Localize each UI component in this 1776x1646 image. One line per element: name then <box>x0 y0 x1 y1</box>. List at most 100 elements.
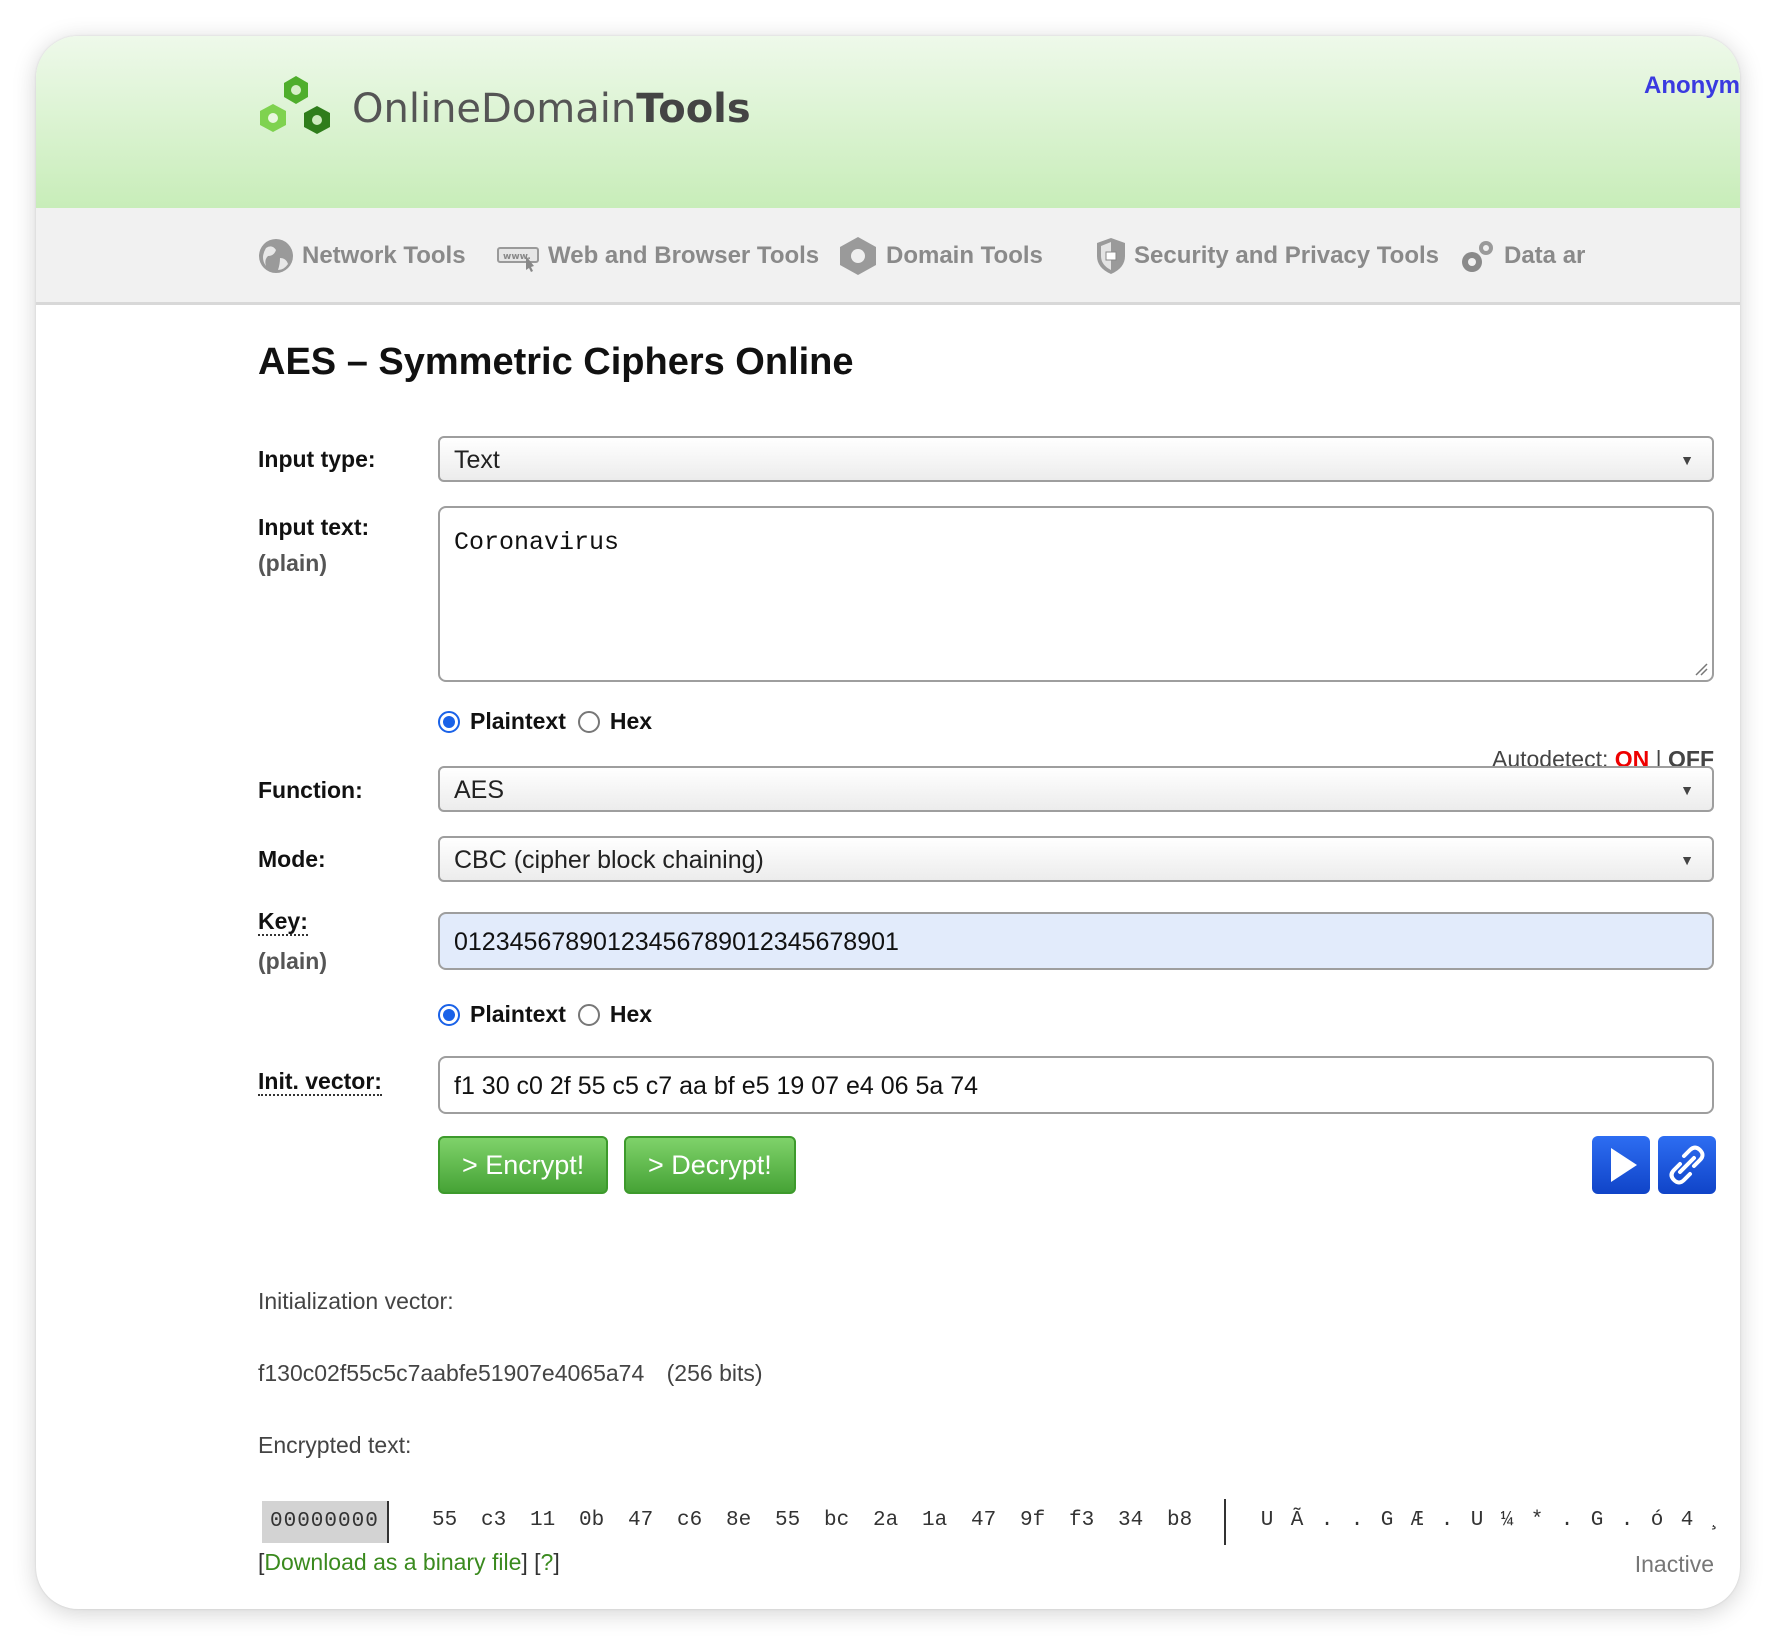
mode-select[interactable]: CBC (cipher block chaining) ▼ <box>438 836 1714 882</box>
help-link[interactable]: ? <box>541 1549 554 1575</box>
resize-handle-icon[interactable] <box>1694 662 1708 676</box>
key-hex-label[interactable]: Hex <box>610 1001 652 1028</box>
status-text: Inactive <box>1634 1551 1714 1577</box>
hex-dump-row: 00000000 55 c3 11 0b 47 c6 8e 55 bc 2a 1a 47 9f f3 34 b… <box>262 1499 1723 1545</box>
nav-domain-tools-label: Domain Tools <box>886 242 1043 269</box>
key-value: 01234567890123456789012345678901 <box>454 928 899 956</box>
logo-text-bold: Tools <box>636 86 751 132</box>
key-input[interactable]: 01234567890123456789012345678901 <box>438 912 1714 970</box>
help-close: ] <box>553 1549 560 1575</box>
encrypt-button[interactable]: > Encrypt! <box>438 1136 609 1194</box>
iv-result-hex: f130c02f55c5c7aabfe51907e4065a74 <box>258 1360 645 1386</box>
input-plaintext-label[interactable]: Plaintext <box>470 708 566 735</box>
input-hex-radio[interactable] <box>577 710 600 733</box>
page-title: AES – Symmetric Ciphers Online <box>258 341 854 383</box>
site-header: OnlineDomainTools Anonym <box>36 36 1740 208</box>
nav-web-browser-tools[interactable]: www. Web and Browser Tools <box>496 236 819 276</box>
gears-icon <box>1462 241 1493 272</box>
ascii-char: . <box>1320 1509 1334 1532</box>
ascii-char: * <box>1530 1509 1544 1532</box>
account-link[interactable]: Anonym <box>1644 72 1740 100</box>
hex-byte: 2a <box>873 1509 899 1532</box>
permalink-button[interactable] <box>1658 1136 1716 1194</box>
hex-byte: 47 <box>628 1509 654 1532</box>
ascii-char: . <box>1620 1509 1634 1532</box>
hex-ascii: U Ã.. G Æ. U ¼ *. G. ó 4 ¸ <box>1252 1509 1732 1532</box>
ascii-char: U <box>1260 1509 1274 1532</box>
nav-data-tools-label: Data ar <box>1504 242 1586 269</box>
encrypted-heading: Encrypted text: <box>258 1432 412 1458</box>
function-value: AES <box>454 776 505 804</box>
ascii-char: Ã <box>1290 1509 1304 1532</box>
mode-label: Mode: <box>258 846 326 872</box>
shield-icon <box>1097 238 1125 274</box>
input-text-value: Coronavirus <box>454 528 620 557</box>
input-text-sublabel: (plain) <box>258 550 327 576</box>
key-format-radios: Plaintext Hex <box>438 1001 652 1028</box>
hex-byte: c6 <box>677 1509 703 1532</box>
browser-window: OnlineDomainTools Anonym Network Tools w… <box>36 36 1740 1609</box>
main-nav: Network Tools www. Web and Browser Tools… <box>36 208 1740 305</box>
play-icon <box>1611 1148 1637 1182</box>
logo-text-light: Online <box>352 86 482 132</box>
www-icon: www. <box>497 247 539 272</box>
hex-byte: c3 <box>481 1509 507 1532</box>
input-text-area[interactable]: Coronavirus <box>438 506 1714 682</box>
ascii-char: G <box>1380 1509 1394 1532</box>
input-type-label: Input type: <box>258 446 376 472</box>
ascii-char: . <box>1440 1509 1454 1532</box>
auto-run-button[interactable] <box>1592 1136 1650 1194</box>
input-type-value: Text <box>454 446 500 474</box>
key-hex-radio[interactable] <box>577 1003 600 1026</box>
function-select[interactable]: AES ▼ <box>438 766 1714 812</box>
logo-text: OnlineDomainTools <box>352 86 751 132</box>
nav-data-tools[interactable]: Data ar <box>1456 236 1585 276</box>
hex-byte: 55 <box>432 1509 458 1532</box>
hex-separator <box>1224 1499 1226 1545</box>
hexagons-logo-icon <box>260 76 330 134</box>
hex-byte: 0b <box>579 1509 605 1532</box>
iv-result: f130c02f55c5c7aabfe51907e4065a74 (256 bi… <box>258 1360 763 1387</box>
hex-bytes: 55 c3 11 0b 47 c6 8e 55 bc 2a 1a 47 9f f3 34 b8 <box>432 1509 1216 1532</box>
key-plaintext-radio[interactable] <box>438 1003 460 1026</box>
iv-value: f1 30 c0 2f 55 c5 c7 aa bf e5 19 07 e4 0… <box>454 1072 979 1100</box>
mode-value: CBC (cipher block chaining) <box>454 846 764 874</box>
nav-web-browser-tools-label: Web and Browser Tools <box>548 242 820 269</box>
hex-byte: 9f <box>1020 1509 1046 1532</box>
nav-security-privacy-tools[interactable]: Security and Privacy Tools <box>1094 236 1439 276</box>
input-text-label: Input text: <box>258 514 370 540</box>
hex-byte: 11 <box>530 1509 556 1532</box>
ascii-char: Æ <box>1410 1509 1424 1532</box>
hex-byte: 34 <box>1118 1509 1144 1532</box>
hex-byte: 47 <box>971 1509 997 1532</box>
key-plaintext-label[interactable]: Plaintext <box>470 1001 566 1028</box>
nav-domain-tools[interactable]: Domain Tools <box>836 236 1043 276</box>
link-icon <box>1669 1145 1705 1185</box>
input-hex-label[interactable]: Hex <box>610 708 652 735</box>
nav-network-tools-label: Network Tools <box>302 242 466 269</box>
iv-input[interactable]: f1 30 c0 2f 55 c5 c7 aa bf e5 19 07 e4 0… <box>438 1056 1714 1114</box>
decrypt-button[interactable]: > Decrypt! <box>624 1136 796 1194</box>
download-binary-link[interactable]: Download as a binary file <box>264 1549 521 1575</box>
input-type-select[interactable]: Text ▼ <box>438 436 1714 482</box>
iv-result-heading: Initialization vector: <box>258 1288 454 1314</box>
nav-security-privacy-tools-label: Security and Privacy Tools <box>1134 242 1440 269</box>
key-label-text: Key: <box>258 908 308 936</box>
hex-byte: b8 <box>1167 1509 1193 1532</box>
site-logo[interactable]: OnlineDomainTools <box>256 74 751 144</box>
iv-result-bits: (256 bits) <box>666 1360 763 1386</box>
hex-byte: f3 <box>1069 1509 1095 1532</box>
hexagon-icon <box>840 237 876 275</box>
nav-network-tools[interactable]: Network Tools <box>256 236 466 276</box>
ascii-char: ó <box>1650 1509 1664 1532</box>
key-label: Key: <box>258 908 308 936</box>
chevron-down-icon: ▼ <box>1680 782 1694 798</box>
ascii-char: G <box>1590 1509 1604 1532</box>
ascii-char: ¼ <box>1500 1509 1514 1532</box>
input-plaintext-radio[interactable] <box>438 710 460 733</box>
hex-offset: 00000000 <box>262 1501 389 1543</box>
chevron-down-icon: ▼ <box>1680 852 1694 868</box>
hex-byte: 8e <box>726 1509 752 1532</box>
download-close: ] <box>521 1549 528 1575</box>
ascii-char: U <box>1470 1509 1484 1532</box>
